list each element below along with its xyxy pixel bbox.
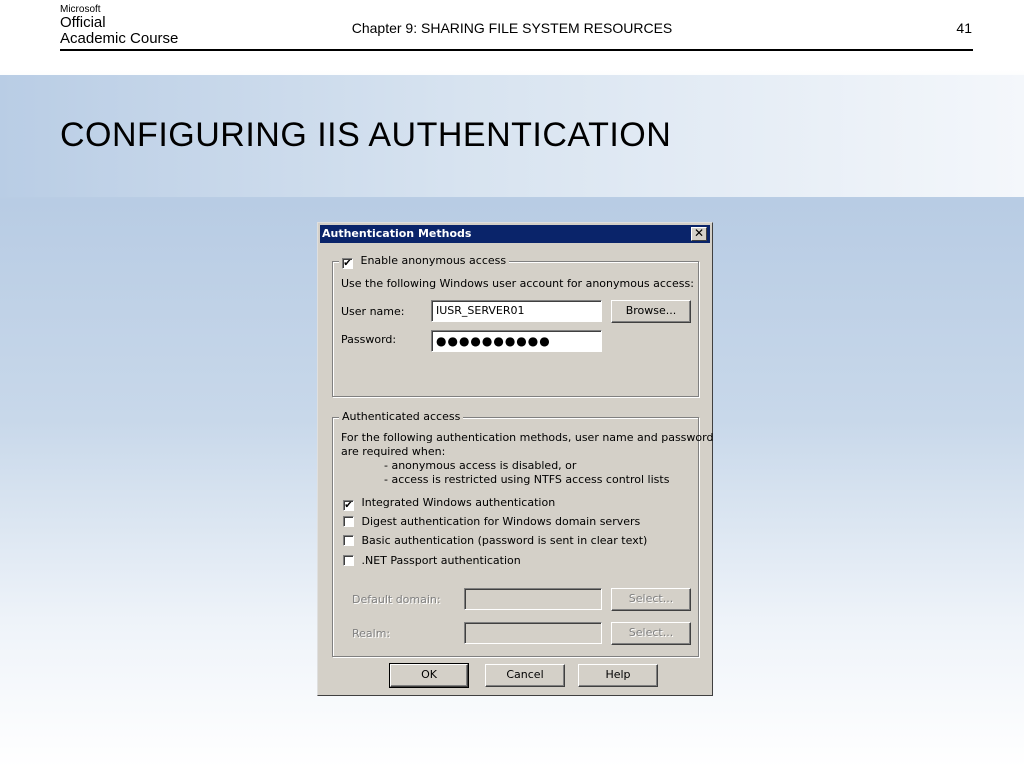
dialog-title: Authentication Methods: [322, 227, 472, 240]
cancel-button[interactable]: Cancel: [485, 664, 565, 687]
close-button[interactable]: ✕: [691, 227, 707, 241]
integrated-windows-option[interactable]: ✔ Integrated Windows authentication: [343, 496, 555, 511]
page-number: 41: [956, 20, 972, 36]
default-domain-input[interactable]: [464, 588, 602, 610]
default-domain-select-button[interactable]: Select...: [611, 588, 691, 611]
passport-checkbox[interactable]: [343, 555, 354, 566]
integrated-windows-label: Integrated Windows authentication: [361, 496, 556, 509]
realm-input[interactable]: [464, 622, 602, 644]
ok-button[interactable]: OK: [389, 663, 469, 688]
anonymous-access-legend[interactable]: ✔ Enable anonymous access: [339, 254, 510, 269]
anonymous-description: Use the following Windows user account f…: [341, 277, 694, 290]
digest-option[interactable]: Digest authentication for Windows domain…: [343, 515, 640, 528]
basic-option[interactable]: Basic authentication (password is sent i…: [343, 534, 647, 547]
realm-select-button[interactable]: Select...: [611, 622, 691, 645]
authentication-methods-dialog: Authentication Methods ✕ ✔ Enable anonym…: [317, 222, 713, 696]
integrated-windows-checkbox[interactable]: ✔: [343, 500, 354, 511]
help-button[interactable]: Help: [578, 664, 658, 687]
slide-title: CONFIGURING IIS AUTHENTICATION: [60, 116, 672, 154]
basic-label: Basic authentication (password is sent i…: [361, 534, 648, 547]
browse-button[interactable]: Browse...: [611, 300, 691, 323]
passport-label: .NET Passport authentication: [361, 554, 521, 567]
chapter-title: Chapter 9: SHARING FILE SYSTEM RESOURCES: [351, 20, 673, 36]
enable-anonymous-checkbox[interactable]: ✔: [342, 258, 353, 269]
dialog-titlebar[interactable]: Authentication Methods ✕: [320, 225, 710, 243]
username-label: User name:: [341, 305, 405, 318]
password-label: Password:: [341, 333, 397, 346]
password-input[interactable]: ●●●●●●●●●●: [431, 330, 602, 352]
digest-checkbox[interactable]: [343, 516, 354, 527]
check-icon: ✔: [344, 500, 353, 511]
realm-label: Realm:: [352, 627, 391, 640]
authenticated-access-legend: Authenticated access: [339, 410, 464, 423]
authenticated-description-1: For the following authentication methods…: [341, 431, 714, 444]
authenticated-bullet-1: - anonymous access is disabled, or: [384, 459, 577, 472]
authenticated-bullet-2: - access is restricted using NTFS access…: [384, 473, 670, 486]
authenticated-description-2: are required when:: [341, 445, 446, 458]
basic-checkbox[interactable]: [343, 535, 354, 546]
close-icon: ✕: [693, 226, 705, 240]
passport-option[interactable]: .NET Passport authentication: [343, 554, 521, 567]
username-input[interactable]: IUSR_SERVER01: [431, 300, 602, 322]
digest-label: Digest authentication for Windows domain…: [361, 515, 641, 528]
header-divider: [60, 49, 973, 51]
enable-anonymous-label: Enable anonymous access: [360, 254, 507, 267]
default-domain-label: Default domain:: [352, 593, 441, 606]
check-icon: ✔: [343, 258, 352, 269]
